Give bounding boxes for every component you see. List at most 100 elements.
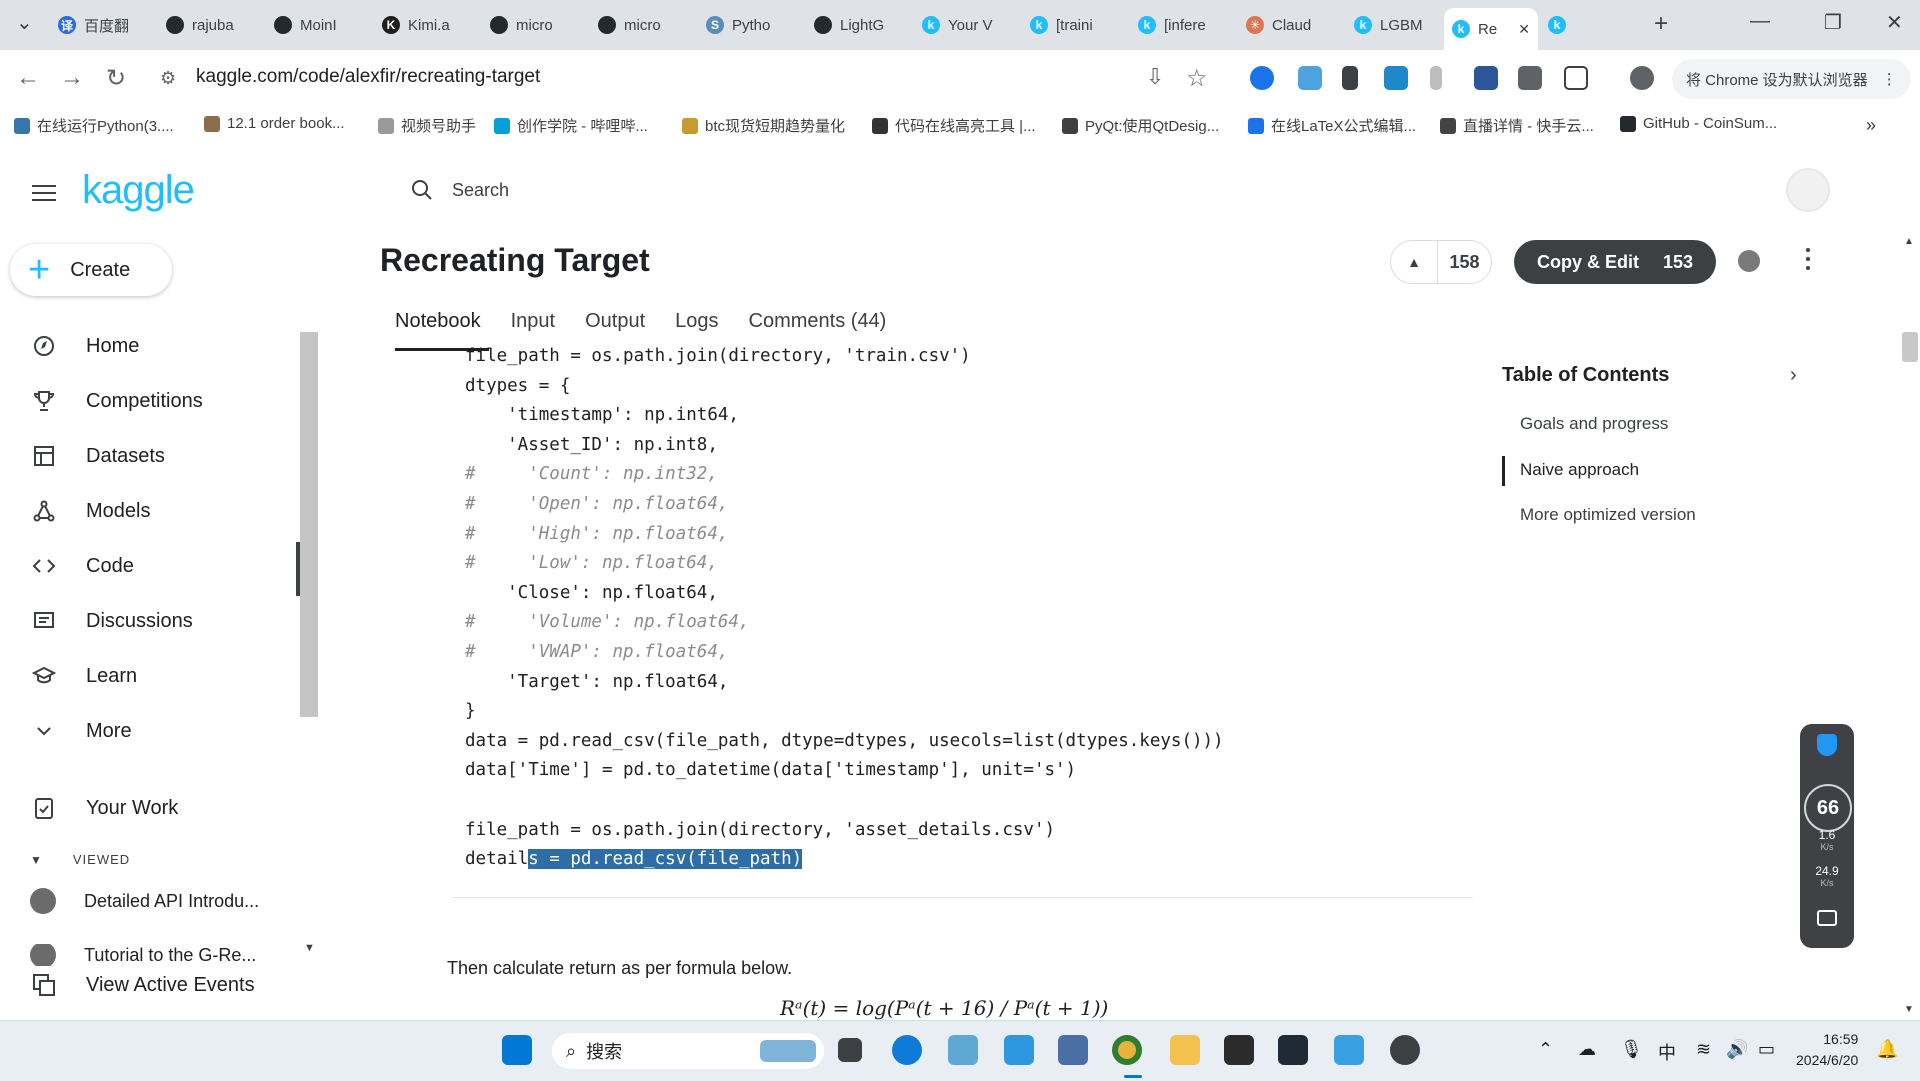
browser-tab[interactable]: k [infere [1130,8,1230,42]
notification-bell-icon[interactable]: 🔔 [1876,1039,1898,1060]
tab-output[interactable]: Output [585,310,645,345]
system-clock[interactable]: 16:59 2024/6/20 [1796,1029,1858,1071]
browser-tab[interactable]: LightG [806,8,906,42]
browser-tab[interactable]: ✳ Claud [1238,8,1338,42]
maximize-icon[interactable]: ❐ [1824,10,1842,35]
scroll-down-caret-icon[interactable]: ▼ [304,942,315,954]
url-field[interactable]: kaggle.com/code/alexfir/recreating-targe… [196,66,540,88]
reload-icon[interactable]: ↻ [106,64,126,93]
kaggle-logo[interactable]: kaggle [82,168,195,213]
wifi-icon[interactable]: ≋ [1696,1039,1711,1060]
bookmark-item[interactable]: 代码在线高亮工具 |... [872,115,1036,136]
view-active-events-button[interactable]: View Active Events [30,969,255,1001]
minimize-icon[interactable]: — [1750,10,1770,33]
extension-icon[interactable] [1474,66,1498,90]
viewed-item[interactable]: Detailed API Introdu... [30,888,259,914]
sidebar-scrollbar[interactable] [300,332,318,717]
extensions-puzzle-icon[interactable] [1564,66,1588,90]
browser-tab[interactable]: k LGBM [1346,8,1436,42]
taskbar-search[interactable]: ⌕ 搜索 [552,1033,824,1069]
close-tab-icon[interactable]: ✕ [1518,21,1530,38]
back-icon[interactable]: ← [16,64,40,92]
tab-input[interactable]: Input [511,310,555,345]
browser-tab[interactable]: micro [590,8,690,42]
app-icon[interactable] [1334,1035,1364,1065]
browser-tab[interactable]: rajuba [158,8,258,42]
tab-logs[interactable]: Logs [675,310,718,345]
bookmark-item[interactable]: 12.1 order book... [204,115,345,132]
caret-down-icon[interactable]: ▼ [30,853,43,867]
forward-icon[interactable]: → [60,64,84,92]
browser-tab[interactable]: 译百度翻 [50,8,150,42]
photos-icon[interactable] [1004,1035,1034,1065]
bookmark-item[interactable]: 在线运行Python(3.... [14,115,174,136]
install-app-icon[interactable]: ⇩ [1146,64,1164,90]
microphone-icon[interactable]: 🎙 [1620,1039,1643,1060]
sidebar-item-more[interactable]: More [30,715,132,747]
browser-tab[interactable]: k [traini [1022,8,1122,42]
file-explorer-icon[interactable] [1170,1035,1200,1065]
scroll-down-arrow-icon[interactable]: ▼ [1904,1004,1914,1015]
task-view-icon[interactable] [838,1038,862,1062]
bookmark-item[interactable]: 创作学院 - 哔哩哔... [494,115,648,136]
profile-avatar[interactable] [1630,66,1654,90]
battery-icon[interactable]: ▭ [1758,1039,1775,1060]
bookmark-item[interactable]: 在线LaTeX公式编辑... [1248,115,1416,136]
visibility-globe-icon[interactable] [1738,250,1760,272]
sidebar-item-home[interactable]: Home [30,330,139,362]
edge-icon[interactable] [892,1035,922,1065]
app-icon[interactable] [1278,1035,1308,1065]
sidebar-item-datasets[interactable]: Datasets [30,440,165,472]
terminal-icon[interactable] [1224,1035,1254,1065]
upvote-arrow-icon[interactable]: ▲ [1391,240,1438,284]
sidebar-item-models[interactable]: Models [30,495,150,527]
browser-tab[interactable]: MoinI [266,8,366,42]
sidebar-item-learn[interactable]: Learn [30,660,137,692]
pen-extension-icon[interactable] [1342,66,1358,90]
browser-tab[interactable]: k Your V [914,8,1014,42]
app-icon[interactable] [948,1035,978,1065]
page-scrollbar[interactable] [1902,332,1918,362]
bookmark-item[interactable]: GitHub - CoinSum... [1620,115,1777,132]
tab-comments[interactable]: Comments (44) [749,310,887,345]
toc-item[interactable]: Goals and progress [1520,414,1668,434]
extension-icon[interactable] [1384,66,1408,90]
toc-item[interactable]: More optimized version [1520,505,1696,525]
app-icon[interactable] [1058,1035,1088,1065]
extension-icon[interactable] [1518,66,1542,90]
upvote-control[interactable]: ▲ 158 [1390,240,1492,284]
sidebar-item-your-work[interactable]: Your Work [30,792,178,824]
chrome-icon[interactable] [1112,1035,1142,1065]
bookmark-item[interactable]: PyQt:使用QtDesig... [1062,115,1219,136]
new-tab-button[interactable]: + [1654,10,1668,38]
extension-icon[interactable] [1298,66,1322,90]
scroll-up-arrow-icon[interactable]: ▲ [1904,236,1914,247]
sidebar-item-discussions[interactable]: Discussions [30,605,193,637]
volume-icon[interactable]: 🔊 [1726,1039,1748,1060]
sidebar-item-competitions[interactable]: Competitions [30,385,203,417]
bookmark-item[interactable]: 直播详情 - 快手云... [1440,115,1594,136]
search-input[interactable]: Search [452,180,509,201]
create-button[interactable]: + Create [10,244,172,296]
cloud-icon[interactable]: ☁ [1578,1039,1596,1060]
search-bar[interactable]: Search [410,178,509,202]
chevron-right-icon[interactable]: › [1790,364,1797,387]
extension-icon[interactable] [1430,66,1442,90]
tab-notebook[interactable]: Notebook [395,310,481,345]
bookmark-item[interactable]: btc现货短期趋势量化 [682,115,845,136]
browser-tab[interactable]: K Kimi.a [374,8,474,42]
sidebar-item-code[interactable]: Code [30,550,134,582]
site-settings-icon[interactable]: ⚙ [160,68,176,89]
bookmark-star-icon[interactable]: ☆ [1186,64,1208,93]
ime-indicator[interactable]: 中 [1658,1039,1676,1065]
set-default-browser-button[interactable]: 将 Chrome 设为默认浏览器 ⋮ [1672,59,1911,99]
app-icon[interactable] [1390,1035,1420,1065]
tray-overflow-chevron-icon[interactable]: ⌃ [1538,1039,1553,1060]
user-avatar[interactable] [1786,168,1830,212]
windows-start-icon[interactable] [502,1035,532,1065]
menu-kebab-icon[interactable]: ⋮ [1882,70,1897,88]
browser-tab[interactable]: micro [482,8,582,42]
more-bookmarks-icon[interactable]: » [1866,115,1876,136]
browser-tab[interactable]: k [1540,8,1640,42]
copy-and-edit-button[interactable]: Copy & Edit 153 [1514,240,1716,284]
